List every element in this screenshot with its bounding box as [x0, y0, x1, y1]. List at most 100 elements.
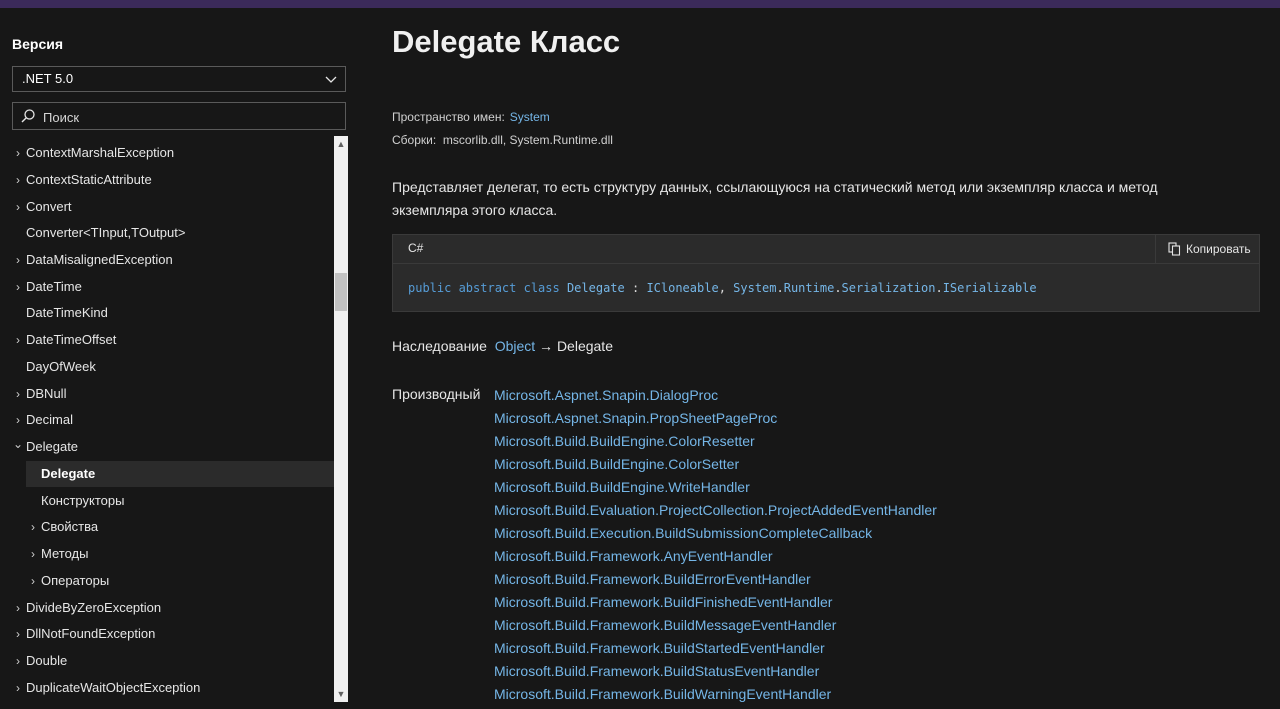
toc-item-label: Decimal [26, 412, 73, 427]
toc-item-label: DllNotFoundException [26, 626, 156, 641]
toc-item[interactable]: › DateTime [0, 274, 334, 300]
toc-item[interactable]: › DataMisalignedException [0, 247, 334, 273]
version-label: Версия [12, 36, 64, 52]
derived-link[interactable]: Microsoft.Build.Framework.BuildErrorEven… [494, 568, 937, 591]
toc-item-selected[interactable]: Delegate [26, 461, 334, 487]
toc-item[interactable]: › ContextMarshalException [0, 140, 334, 166]
top-accent-bar [0, 0, 1280, 8]
toc-scrollbar[interactable]: ▲ ▼ [334, 136, 348, 702]
toc-item[interactable]: › Double [0, 648, 334, 674]
search-input[interactable] [41, 105, 335, 129]
toc-item-label: DuplicateWaitObjectException [26, 680, 201, 695]
class-description: Представляет делегат, то есть структуру … [392, 179, 1158, 218]
sidebar: Версия .NET 5.0 › ContextMarshalException… [0, 8, 360, 709]
toc-item-label: Конструкторы [41, 493, 125, 508]
chevron-right-icon: › [16, 146, 20, 160]
scroll-up-icon[interactable]: ▲ [334, 137, 348, 151]
scrollbar-thumb[interactable] [335, 273, 347, 311]
copy-label: Копировать [1186, 242, 1251, 256]
inheritance-label: Наследование [392, 338, 487, 354]
arrow-right-icon: → [539, 338, 554, 354]
toc-item[interactable]: › DivideByZeroException [0, 595, 334, 621]
toc-item-expanded[interactable]: ⌄ Delegate [0, 434, 334, 460]
code-namespace: Serialization [841, 281, 936, 295]
namespace-label: Пространство имен: [392, 110, 505, 124]
search-box[interactable] [12, 102, 346, 130]
toc-item-label: ContextMarshalException [26, 145, 175, 160]
toc-item-label: Свойства [41, 519, 99, 534]
toc-item-label: Операторы [41, 573, 110, 588]
chevron-right-icon: › [16, 387, 20, 401]
derived-link[interactable]: Microsoft.Build.Framework.BuildStatusEve… [494, 660, 937, 683]
toc-item-label: DateTimeOffset [26, 332, 117, 347]
derived-list: Microsoft.Aspnet.Snapin.DialogProc Micro… [494, 384, 937, 706]
toc-item-label: DayOfWeek [26, 359, 96, 374]
version-select[interactable]: .NET 5.0 [12, 66, 346, 92]
code-block: C# Копировать public abstract class Dele… [392, 234, 1260, 312]
chevron-down-icon: ⌄ [13, 437, 24, 451]
code-interface: ICloneable [646, 281, 719, 295]
toc-item[interactable]: DateTimeKind [0, 300, 334, 326]
chevron-right-icon: › [16, 253, 20, 267]
toc-item-label: DataMisalignedException [26, 252, 173, 267]
derived-link[interactable]: Microsoft.Build.Framework.BuildWarningEv… [494, 683, 937, 706]
chevron-right-icon: › [16, 200, 20, 214]
derived-link[interactable]: Microsoft.Build.Framework.BuildFinishedE… [494, 591, 937, 614]
toc-item[interactable]: › Операторы [0, 568, 334, 594]
derived-label: Производный [392, 386, 481, 402]
scroll-down-icon[interactable]: ▼ [334, 687, 348, 701]
toc-item[interactable]: › DateTimeOffset [0, 327, 334, 353]
code-class-name: Delegate [566, 281, 625, 295]
inheritance-object-link[interactable]: Object [495, 338, 535, 354]
code-line: public abstract class Delegate : IClonea… [408, 281, 1037, 295]
copy-icon [1168, 242, 1181, 256]
page-title: Delegate Класс [392, 24, 621, 59]
toc-item-label: Convert [26, 199, 72, 214]
toc-item-label: Delegate [26, 439, 79, 454]
toc-item[interactable]: DayOfWeek [0, 354, 334, 380]
derived-link[interactable]: Microsoft.Build.BuildEngine.ColorSetter [494, 453, 937, 476]
version-value: .NET 5.0 [22, 71, 74, 86]
derived-link[interactable]: Microsoft.Build.Framework.BuildStartedEv… [494, 637, 937, 660]
derived-link[interactable]: Microsoft.Build.Execution.BuildSubmissio… [494, 522, 937, 545]
toc-item[interactable]: › DuplicateWaitObjectException [0, 675, 334, 701]
toc-item[interactable]: Конструкторы [0, 488, 334, 514]
toc-item[interactable]: › DllNotFoundException [0, 621, 334, 647]
chevron-right-icon: › [16, 280, 20, 294]
derived-link[interactable]: Microsoft.Build.Framework.BuildMessageEv… [494, 614, 937, 637]
code-namespace: System [733, 281, 777, 295]
code-language: C# [408, 241, 424, 255]
chevron-right-icon: › [16, 413, 20, 427]
derived-link[interactable]: Microsoft.Build.Evaluation.ProjectCollec… [494, 499, 937, 522]
code-block-header: C# Копировать [393, 235, 1259, 264]
code-keywords: public abstract class [408, 281, 560, 295]
inheritance-line: Наследование Object → Delegate [392, 338, 613, 354]
copy-button[interactable]: Копировать [1155, 235, 1259, 263]
toc-item-label: Double [26, 653, 68, 668]
code-separator: : [624, 281, 647, 295]
chevron-right-icon: › [16, 601, 20, 615]
chevron-right-icon: › [16, 654, 20, 668]
toc-tree: › ContextMarshalException › ContextStaticA… [0, 140, 334, 702]
derived-link[interactable]: Microsoft.Build.BuildEngine.ColorResette… [494, 430, 937, 453]
toc-item[interactable]: › Методы [0, 541, 334, 567]
derived-link[interactable]: Microsoft.Build.Framework.AnyEventHandle… [494, 545, 937, 568]
toc-item[interactable]: › Decimal [0, 407, 334, 433]
chevron-right-icon: › [16, 333, 20, 347]
toc-item-label: Методы [41, 546, 89, 561]
toc-item[interactable]: › DBNull [0, 381, 334, 407]
namespace-link[interactable]: System [510, 110, 550, 124]
code-namespace: Runtime [783, 281, 835, 295]
toc-item[interactable]: › Свойства [0, 514, 334, 540]
toc-item[interactable]: Converter<TInput,TOutput> [0, 220, 334, 246]
derived-link[interactable]: Microsoft.Aspnet.Snapin.PropSheetPagePro… [494, 407, 937, 430]
derived-link[interactable]: Microsoft.Aspnet.Snapin.DialogProc [494, 384, 937, 407]
toc-item[interactable]: › Convert [0, 194, 334, 220]
toc-item-label: ContextStaticAttribute [26, 172, 152, 187]
code-interface: ISerializable [942, 281, 1037, 295]
chevron-down-icon [325, 76, 337, 83]
assemblies-line: Сборки: mscorlib.dll, System.Runtime.dll [392, 133, 613, 147]
inheritance-current: Delegate [556, 338, 613, 354]
derived-link[interactable]: Microsoft.Build.BuildEngine.WriteHandler [494, 476, 937, 499]
toc-item[interactable]: › ContextStaticAttribute [0, 167, 334, 193]
